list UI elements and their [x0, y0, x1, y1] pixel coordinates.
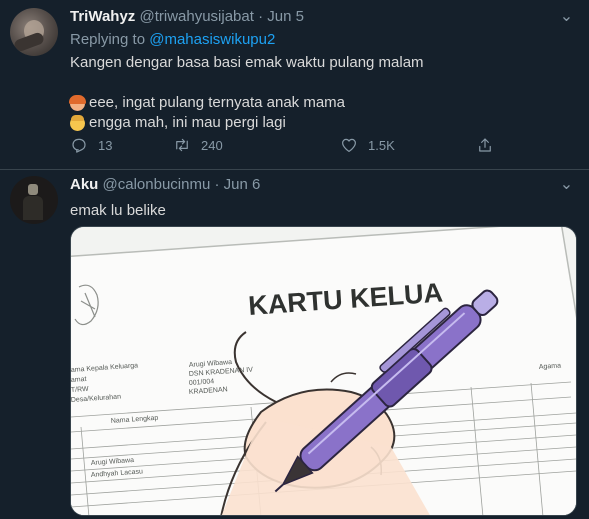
retweet-icon [176, 138, 188, 152]
tweet-date[interactable]: Jun 5 [267, 8, 304, 25]
tweet-text: emak lu belike [70, 202, 166, 219]
reply-button[interactable]: 13 [70, 136, 112, 154]
display-name[interactable]: TriWahyz [70, 8, 135, 25]
like-button[interactable]: 1.5K [340, 136, 395, 154]
user-handle[interactable]: @triwahyusijabat [139, 8, 253, 25]
share-icon [479, 138, 491, 152]
dialog-line-child: engga mah, ini mau pergi lagi [70, 113, 577, 133]
tweet-header: Aku @calonbucinmu · Jun 6 ⌄ [70, 175, 577, 195]
avatar-arm [12, 31, 46, 53]
avatar[interactable] [10, 8, 58, 56]
tweet-triwahyz[interactable]: TriWahyz @triwahyusijabat · Jun 5 ⌄ Repl… [0, 0, 589, 170]
retweet-count: 240 [201, 137, 223, 153]
form-label: T/RW [71, 386, 89, 394]
separator: · [258, 8, 264, 25]
mention-link[interactable]: @mahasiswikupu2 [149, 31, 275, 48]
tweet-aku[interactable]: Aku @calonbucinmu · Jun 6 ⌄ emak lu beli… [0, 171, 589, 519]
reply-icon [72, 138, 86, 153]
tweet-text: Kangen dengar basa basi emak waktu pulan… [69, 53, 577, 133]
share-button[interactable] [476, 136, 504, 154]
avatar-body [23, 196, 43, 220]
heart-icon [342, 138, 356, 152]
more-options-icon[interactable]: ⌄ [557, 7, 577, 27]
boy-emoji-icon [70, 114, 85, 131]
tweet-actions: 13 240 1.5K [70, 136, 500, 156]
avatar-head [28, 184, 38, 195]
like-count: 1.5K [368, 137, 395, 153]
dialog-text: eee, ingat pulang ternyata anak mama [89, 94, 346, 111]
tweet-image[interactable]: KARTU KELUA ama Kepala Keluarga amat T/R… [70, 226, 577, 516]
tweet-date[interactable]: Jun 6 [224, 176, 261, 193]
user-handle[interactable]: @calonbucinmu [103, 176, 211, 193]
reply-count: 13 [98, 137, 113, 153]
form-label: amat [71, 376, 87, 384]
dialog-text: engga mah, ini mau pergi lagi [89, 114, 286, 131]
tweet-text-line: Kangen dengar basa basi emak waktu pulan… [70, 54, 424, 71]
avatar[interactable] [10, 176, 58, 224]
display-name[interactable]: Aku [70, 176, 98, 193]
tweet-header: TriWahyz @triwahyusijabat · Jun 5 ⌄ [70, 7, 577, 27]
kartu-keluarga-illustration: KARTU KELUA ama Kepala Keluarga amat T/R… [71, 227, 576, 515]
replying-label: Replying to [70, 31, 146, 48]
retweet-button[interactable]: 240 [173, 136, 223, 154]
dialog-line-mother: eee, ingat pulang ternyata anak mama [69, 93, 577, 113]
woman-emoji-icon [69, 94, 86, 111]
replying-to: Replying to @mahasiswikupu2 [70, 30, 577, 50]
more-options-icon[interactable]: ⌄ [557, 175, 577, 195]
separator: · [214, 176, 220, 193]
